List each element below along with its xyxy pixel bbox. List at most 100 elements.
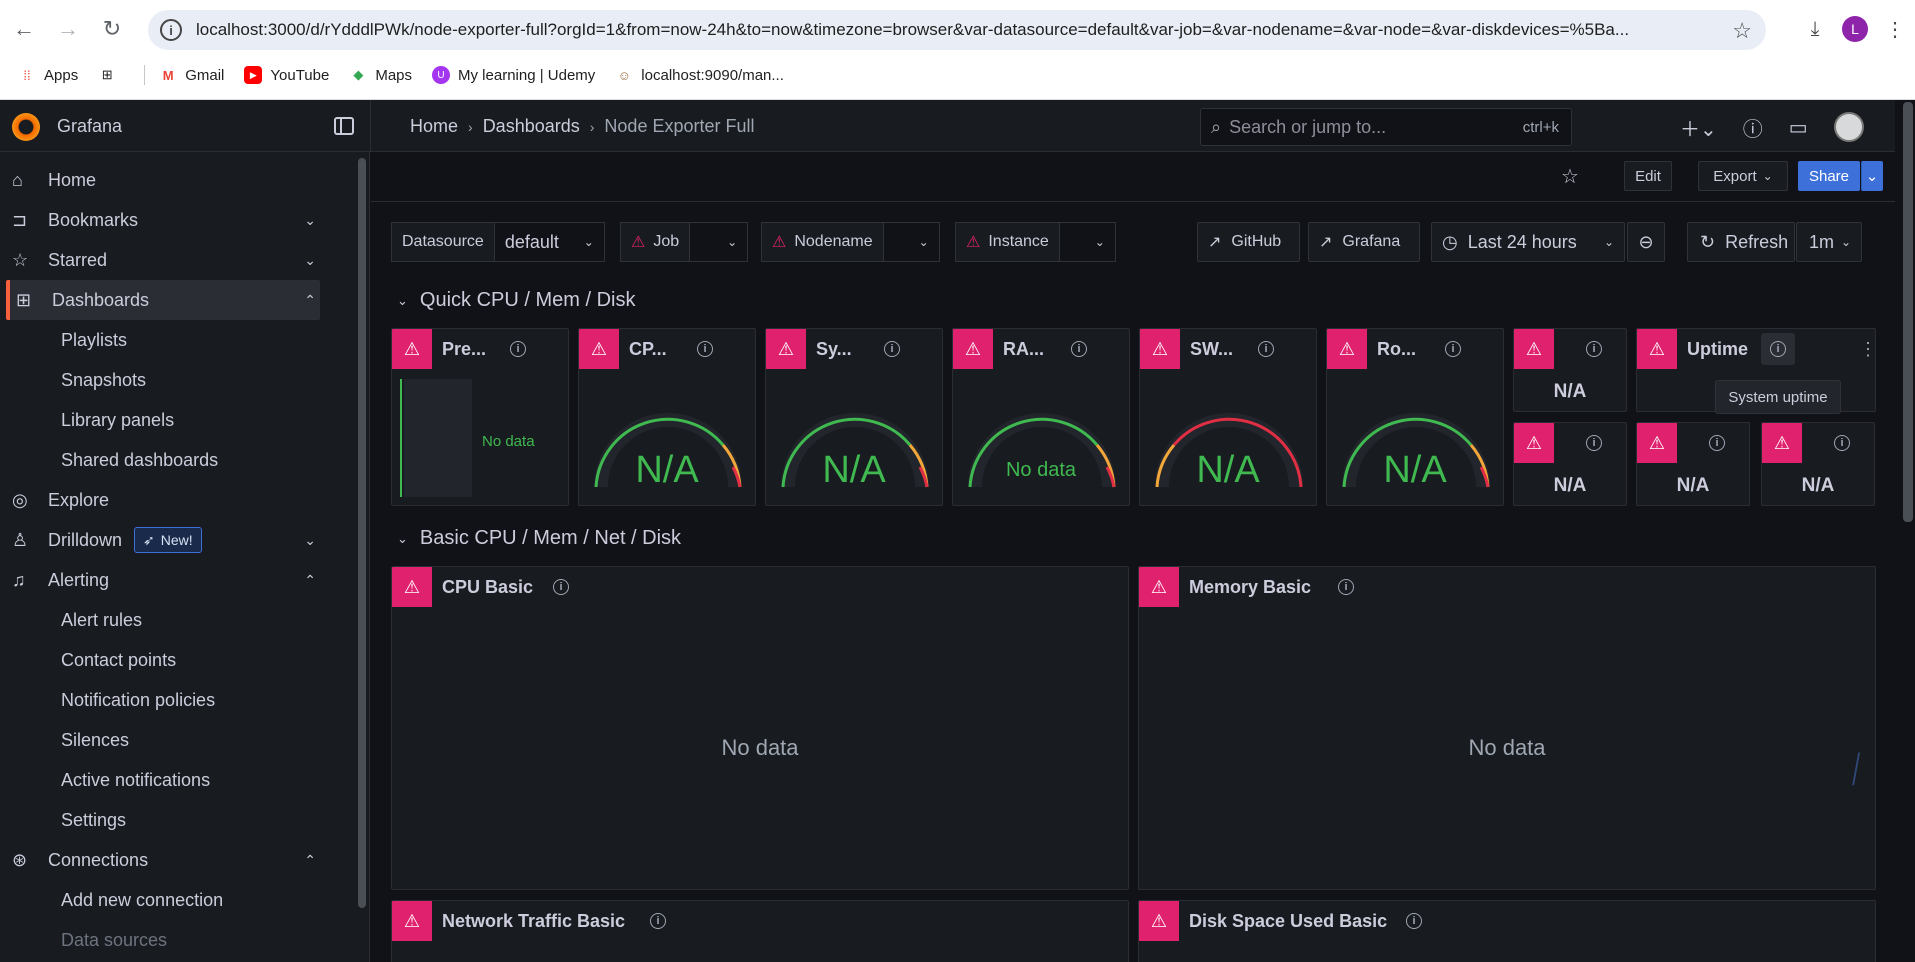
info-icon[interactable]: i (1770, 341, 1786, 357)
zoom-out-icon[interactable]: ⊖ (1627, 222, 1665, 262)
panel-menu-icon[interactable]: ⋮ (1859, 339, 1875, 360)
export-button[interactable]: Export ⌄ (1698, 161, 1788, 191)
var-datasource-select[interactable]: default ⌄ (494, 222, 605, 262)
row-basic-cpu-mem-net-disk[interactable]: ⌄ Basic CPU / Mem / Net / Disk (391, 527, 681, 550)
share-button[interactable]: Share (1798, 161, 1860, 191)
sidebar-item-home[interactable]: ⌂ Home (6, 160, 320, 200)
sidebar-item-library-panels[interactable]: Library panels (6, 400, 320, 440)
sidebar-item-silences[interactable]: Silences (6, 720, 320, 760)
bookmark-youtube[interactable]: ▶ YouTube (244, 66, 329, 84)
sidebar-item-contact-points[interactable]: Contact points (6, 640, 320, 680)
sidebar-item-settings[interactable]: Settings (6, 800, 320, 840)
info-icon[interactable]: i (697, 341, 713, 357)
sidebar-item-active-notifications[interactable]: Active notifications (6, 760, 320, 800)
panel-swap-used[interactable]: ⚠ SW... i N/A (1139, 328, 1317, 506)
info-icon[interactable]: i (1834, 435, 1850, 451)
info-icon[interactable]: i (1586, 341, 1602, 357)
chevron-down-icon[interactable]: ⌄ (304, 252, 316, 269)
sidebar-item-alert-rules[interactable]: Alert rules (6, 600, 320, 640)
panel-error-icon[interactable]: ⚠ (1514, 423, 1554, 463)
refresh-button[interactable]: ↻ Refresh (1687, 222, 1795, 262)
forward-icon[interactable]: → (48, 9, 88, 49)
bookmark-star-icon[interactable]: ☆ (1732, 18, 1752, 44)
bookmark-localhost[interactable]: ☺ localhost:9090/man... (615, 66, 784, 84)
panel-error-icon[interactable]: ⚠ (392, 567, 432, 607)
panel-error-icon[interactable]: ⚠ (1139, 901, 1179, 941)
dock-menu-icon[interactable] (334, 117, 354, 135)
sidebar-item-starred[interactable]: ☆ Starred ⌄ (6, 240, 320, 280)
download-icon[interactable]: ⤓ (1795, 9, 1835, 49)
github-link[interactable]: ↗ GitHub (1197, 222, 1300, 262)
info-icon[interactable]: i (650, 913, 666, 929)
panel-memory-basic[interactable]: ⚠ Memory Basic i No data ⟋ (1138, 566, 1876, 890)
sidebar-item-data-sources[interactable]: Data sources (6, 920, 320, 960)
panel-sys-load[interactable]: ⚠ Sy... i N/A (765, 328, 943, 506)
share-dropdown-icon[interactable]: ⌄ (1861, 161, 1883, 191)
address-url[interactable]: localhost:3000/d/rYdddlPWk/node-exporter… (196, 20, 1726, 40)
chevron-up-icon[interactable]: ⌃ (304, 852, 316, 869)
sidebar-item-connections[interactable]: ⊛ Connections ⌃ (6, 840, 320, 880)
var-job-select[interactable]: ⌄ (690, 222, 749, 262)
sidebar-item-add-new-connection[interactable]: Add new connection (6, 880, 320, 920)
sidebar-item-playlists[interactable]: Playlists (6, 320, 320, 360)
panel-error-icon[interactable]: ⚠ (1637, 329, 1677, 369)
panel-rootfs-total[interactable]: ⚠ i N/A (1513, 422, 1627, 506)
sidebar-item-drilldown[interactable]: ♙ Drilldown ➶ New! ⌄ (6, 520, 320, 560)
sidebar-item-bookmarks[interactable]: ⊐ Bookmarks ⌄ (6, 200, 320, 240)
panel-cpu-basic[interactable]: ⚠ CPU Basic i No data (391, 566, 1129, 890)
panel-root-fs-used[interactable]: ⚠ Ro... i N/A (1326, 328, 1504, 506)
panel-error-icon[interactable]: ⚠ (1139, 567, 1179, 607)
panel-error-icon[interactable]: ⚠ (1637, 423, 1677, 463)
sidebar-item-shared-dashboards[interactable]: Shared dashboards (6, 440, 320, 480)
panel-error-icon[interactable]: ⚠ (1327, 329, 1367, 369)
bookmark-udemy[interactable]: U My learning | Udemy (432, 66, 595, 84)
info-icon[interactable]: i (1586, 435, 1602, 451)
panel-ram-total[interactable]: ⚠ i N/A (1636, 422, 1750, 506)
panel-cpu-busy[interactable]: ⚠ CP... i N/A (578, 328, 756, 506)
main-scrollbar[interactable] (1903, 102, 1913, 522)
sidebar-item-dashboards[interactable]: ⊞ Dashboards ⌃ (6, 280, 320, 320)
info-icon[interactable]: i (1445, 341, 1461, 357)
sidebar-item-explore[interactable]: ◎ Explore (6, 480, 320, 520)
user-avatar[interactable] (1833, 112, 1864, 142)
panel-error-icon[interactable]: ⚠ (953, 329, 993, 369)
panel-swap-total[interactable]: ⚠ i N/A (1761, 422, 1875, 506)
chevron-down-icon[interactable]: ⌄ (304, 212, 316, 229)
info-icon[interactable]: i (1071, 341, 1087, 357)
address-bar[interactable]: i localhost:3000/d/rYdddlPWk/node-export… (148, 10, 1766, 50)
back-icon[interactable]: ← (4, 9, 44, 49)
info-icon[interactable]: i (510, 341, 526, 357)
profile-button[interactable]: L (1835, 9, 1875, 49)
chevron-down-icon[interactable]: ⌄ (304, 532, 316, 549)
info-icon[interactable]: i (884, 341, 900, 357)
help-icon[interactable]: ⓘ (1743, 113, 1763, 142)
row-quick-cpu-mem-disk[interactable]: ⌄ Quick CPU / Mem / Disk (391, 289, 635, 312)
var-instance-select[interactable]: ⌄ (1059, 222, 1116, 262)
panel-error-icon[interactable]: ⚠ (392, 901, 432, 941)
panel-pressure[interactable]: ⚠ Pre... i No data (391, 328, 569, 506)
bookmark-maps[interactable]: ◆ Maps (349, 66, 412, 84)
bookmark-gmail[interactable]: M Gmail (159, 66, 225, 84)
panel-disk-space-used-basic[interactable]: ⚠ Disk Space Used Basic i (1138, 900, 1876, 962)
site-info-icon[interactable]: i (160, 19, 182, 41)
sidebar-item-alerting[interactable]: ♫ Alerting ⌃ (6, 560, 320, 600)
breadcrumb-home[interactable]: Home (410, 116, 458, 137)
info-icon[interactable]: i (1709, 435, 1725, 451)
new-plus-icon[interactable]: ＋⌄ (1680, 113, 1717, 142)
panel-cpu-cores[interactable]: ⚠ i N/A (1513, 328, 1627, 412)
panel-network-traffic-basic[interactable]: ⚠ Network Traffic Basic i (391, 900, 1129, 962)
chevron-up-icon[interactable]: ⌃ (304, 292, 316, 309)
star-dashboard-icon[interactable]: ☆ (1555, 161, 1585, 191)
info-icon[interactable]: i (1406, 913, 1422, 929)
grafana-logo-icon[interactable] (12, 113, 40, 141)
bookmark-apps[interactable]: ⁞⁞ Apps (18, 66, 78, 84)
panel-error-icon[interactable]: ⚠ (579, 329, 619, 369)
sidebar-scrollbar[interactable] (358, 158, 366, 908)
time-range-picker[interactable]: ◷ Last 24 hours ⌄ (1431, 222, 1625, 262)
info-icon[interactable]: i (553, 579, 569, 595)
menu-icon[interactable]: ⋮ (1875, 9, 1915, 49)
bookmark-tab-groups[interactable]: ⊞ (98, 66, 124, 84)
panel-error-icon[interactable]: ⚠ (1762, 423, 1802, 463)
sidebar-item-notification-policies[interactable]: Notification policies (6, 680, 320, 720)
sidebar-item-snapshots[interactable]: Snapshots (6, 360, 320, 400)
